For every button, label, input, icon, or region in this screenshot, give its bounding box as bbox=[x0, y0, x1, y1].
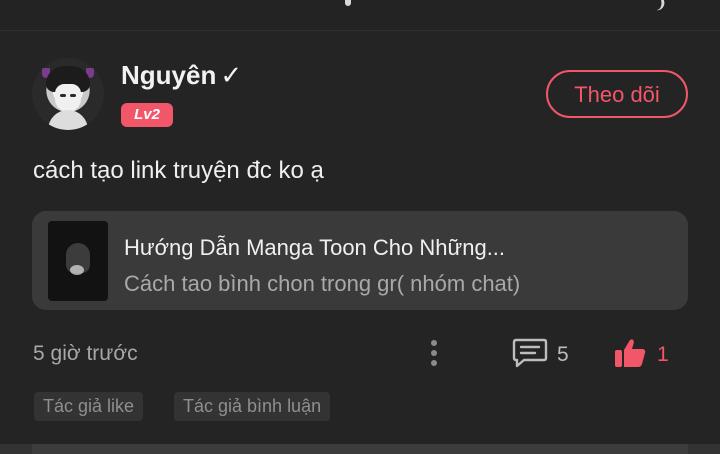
top-corner-icon: ❩ bbox=[654, 0, 668, 12]
avatar-body bbox=[48, 110, 88, 130]
avatar-face bbox=[55, 84, 81, 112]
follow-button[interactable]: Theo dõi bbox=[546, 70, 688, 118]
username[interactable]: Nguyên ✓ bbox=[121, 60, 242, 91]
comment-icon[interactable] bbox=[512, 337, 548, 369]
post-time: 5 giờ trước bbox=[33, 342, 138, 365]
thumbnail-image bbox=[48, 221, 108, 301]
post-text: cách tạo link truyện đc ko ạ bbox=[33, 157, 324, 184]
username-text: Nguyên bbox=[121, 60, 217, 90]
top-bar-remnant: ❩ bbox=[0, 0, 720, 31]
comment-count: 5 bbox=[557, 343, 569, 366]
verified-check-icon: ✓ bbox=[220, 60, 243, 90]
level-badge: Lv2 bbox=[121, 103, 173, 127]
like-count: 1 bbox=[657, 343, 669, 366]
linked-content-card[interactable]: Hướng Dẫn Manga Toon Cho Những... Cách t… bbox=[32, 211, 688, 310]
more-vertical-icon[interactable] bbox=[428, 338, 440, 368]
avatar-eye-left bbox=[60, 94, 66, 97]
tag-author-comment: Tác giả bình luận bbox=[174, 392, 331, 421]
tag-author-like: Tác giả like bbox=[34, 392, 144, 421]
next-card-edge bbox=[32, 444, 688, 454]
card-title: Hướng Dẫn Manga Toon Cho Những... bbox=[124, 235, 506, 260]
top-dot-icon bbox=[345, 0, 351, 6]
thumbs-up-icon[interactable] bbox=[613, 337, 647, 369]
avatar[interactable] bbox=[32, 58, 104, 130]
thumbnail-highlight bbox=[70, 265, 84, 275]
card-subtitle: Cách tao bình chon trong gr( nhóm chat) bbox=[124, 271, 521, 296]
avatar-eye-right bbox=[70, 94, 76, 97]
